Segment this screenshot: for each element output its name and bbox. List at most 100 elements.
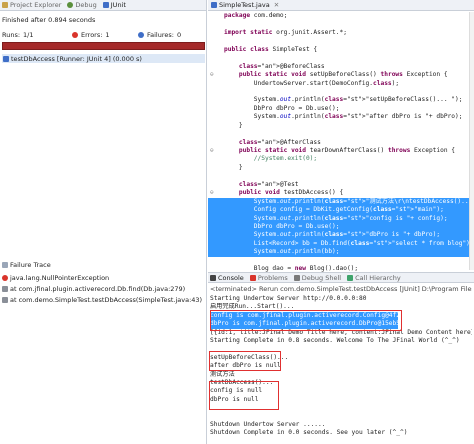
code-line[interactable]: public void testDbAccess() {⊖ xyxy=(208,189,474,197)
highlight-box xyxy=(209,351,281,371)
code-line[interactable]: class="an">@Test xyxy=(208,181,474,189)
trace-line[interactable]: at com.jfinal.plugin.activerecord.Db.fin… xyxy=(2,283,202,294)
call-hierarchy-icon xyxy=(347,274,354,281)
test-progress-bar xyxy=(2,42,205,50)
code-line[interactable] xyxy=(208,257,474,265)
tab-debug-shell[interactable]: Debug Shell xyxy=(293,273,342,282)
test-tree-item[interactable]: testDbAccess [Runner: JUnit 4] (0.000 s) xyxy=(2,54,205,63)
code-line[interactable]: public class SimpleTest { xyxy=(208,46,474,54)
console-line: 测试方法 xyxy=(210,370,235,378)
code-line[interactable]: } xyxy=(208,122,474,130)
code-line[interactable]: UndertowServer.start(DemoConfig.class); xyxy=(208,80,474,88)
terminated-label: <terminated> Rerun com.demo.SimpleTest.t… xyxy=(210,285,472,293)
tab-label: Debug Shell xyxy=(301,273,342,282)
code-line[interactable]: //System.exit(0); xyxy=(208,155,474,163)
tab-project-explorer[interactable]: Project Explorer xyxy=(2,1,61,9)
tab-label: Debug xyxy=(75,1,97,9)
highlight-box xyxy=(210,310,402,331)
tab-debug[interactable]: Debug xyxy=(67,1,97,9)
debug-icon xyxy=(67,2,74,8)
code-line[interactable]: import static org.junit.Assert.*; xyxy=(208,29,474,37)
code-line[interactable]: List<Record> bb = Db.find(class="st">"se… xyxy=(208,239,474,249)
tab-label: Project Explorer xyxy=(10,1,62,9)
stack-frame-icon xyxy=(2,296,8,303)
code-line[interactable]: System.out.println(class="st">"setUpBefo… xyxy=(208,96,474,104)
trace-text: at com.demo.SimpleTest.testDbAccess(Simp… xyxy=(10,295,203,304)
exception-icon xyxy=(2,274,8,281)
failure-trace-header: Failure Trace xyxy=(2,261,51,269)
code-line[interactable] xyxy=(208,37,474,45)
stack-frame-icon xyxy=(2,285,8,292)
code-line[interactable] xyxy=(208,172,474,180)
fold-icon[interactable]: ⊖ xyxy=(210,147,214,155)
failure-trace-title: Failure Trace xyxy=(10,261,51,269)
error-icon xyxy=(72,32,78,38)
code-line[interactable]: class="an">@AfterClass xyxy=(208,139,474,147)
editor-tabbar: SimpleTest.java ✕ xyxy=(208,0,474,11)
console-tabbar: Console Problems Debug Shell Call Hierar… xyxy=(208,273,474,283)
tab-problems[interactable]: Problems xyxy=(249,273,288,282)
console-line: Shutdown Undertow Server ...... xyxy=(210,420,326,428)
failure-icon xyxy=(138,32,144,38)
trace-line[interactable]: java.lang.NullPointerException xyxy=(2,272,202,283)
tab-call-hierarchy[interactable]: Call Hierarchy xyxy=(347,274,401,282)
code-line[interactable]: System.out.println(class="st">"dbPro is … xyxy=(208,231,474,240)
code-line[interactable]: System.out.println(bb); xyxy=(208,248,474,257)
failures-label: Failures: xyxy=(147,31,174,39)
runs-value: 1/1 xyxy=(23,31,34,39)
junit-counters: Runs: 1/1 Errors: 1 Failures: 0 xyxy=(2,31,206,39)
project-explorer-icon xyxy=(2,2,8,8)
junit-view: Project Explorer Debug JUnit Finished af… xyxy=(0,0,207,444)
code-line[interactable]: System.out.println(class="st">"测试方法\r\nt… xyxy=(208,197,474,207)
left-tabbar: Project Explorer Debug JUnit xyxy=(0,0,206,11)
highlight-box xyxy=(209,381,279,410)
code-line[interactable] xyxy=(208,130,474,138)
code-line[interactable]: public static void tearDownAfterClass() … xyxy=(208,147,474,155)
console-view: Console Problems Debug Shell Call Hierar… xyxy=(208,272,474,444)
failures-value: 0 xyxy=(176,31,182,39)
code-line[interactable] xyxy=(208,20,474,28)
test-error-icon xyxy=(3,55,9,62)
console-line: Shutdown Complete in 0.0 seconds. See yo… xyxy=(210,429,408,437)
editor-scrollbar[interactable] xyxy=(469,12,474,270)
tab-simpletest-java[interactable]: SimpleTest.java ✕ xyxy=(211,1,279,9)
tab-label: JUnit xyxy=(110,1,126,9)
junit-status: Finished after 0.894 seconds xyxy=(2,16,96,24)
code-line[interactable] xyxy=(208,54,474,62)
code-line[interactable]: Config config = DbKit.getConfig(class="s… xyxy=(208,206,474,215)
java-editor: SimpleTest.java ✕ package com.demo; impor… xyxy=(208,0,474,306)
errors-counter: Errors: 1 xyxy=(72,31,138,39)
code-line[interactable]: DbPro dbPro = Db.use(); xyxy=(208,105,474,113)
editor-tab-label: SimpleTest.java xyxy=(219,1,270,9)
test-tree: testDbAccess [Runner: JUnit 4] (0.000 s) xyxy=(2,54,205,63)
errors-label: Errors: xyxy=(81,31,103,39)
junit-icon xyxy=(102,2,109,8)
code-line[interactable]: public static void setUpBeforeClass() th… xyxy=(208,71,474,79)
fold-icon[interactable]: ⊖ xyxy=(210,189,214,197)
code-line[interactable]: class="an">@BeforeClass xyxy=(208,63,474,71)
tab-junit[interactable]: JUnit xyxy=(102,1,126,9)
trace-text: java.lang.NullPointerException xyxy=(10,273,110,282)
tab-label: Problems xyxy=(257,273,288,282)
runs-label: Runs: xyxy=(2,31,21,39)
fold-icon[interactable]: ⊖ xyxy=(210,71,214,79)
code-line[interactable]: System.out.println(class="st">"after dbP… xyxy=(208,113,474,121)
tab-console[interactable]: Console xyxy=(210,274,244,282)
trace-text: at com.jfinal.plugin.activerecord.Db.fin… xyxy=(10,284,186,293)
runs-counter: Runs: 1/1 xyxy=(2,31,72,39)
debug-shell-icon xyxy=(293,274,300,281)
console-icon xyxy=(210,274,216,281)
errors-value: 1 xyxy=(105,31,110,39)
code-line[interactable]: package com.demo; xyxy=(208,12,474,20)
code-line[interactable]: } xyxy=(208,164,474,172)
close-icon[interactable]: ✕ xyxy=(274,1,279,9)
tab-label: Console xyxy=(218,273,244,282)
code-line[interactable]: System.out.println(class="st">"config is… xyxy=(208,214,474,223)
code-area[interactable]: package com.demo; import static org.junit… xyxy=(208,12,474,307)
tab-label: Call Hierarchy xyxy=(355,273,401,282)
failure-trace: java.lang.NullPointerException at com.jf… xyxy=(2,272,202,305)
failures-counter: Failures: 0 xyxy=(138,31,181,39)
console-line: Starting Undertow Server http://0.0.0.0:… xyxy=(210,295,367,302)
trace-line[interactable]: at com.demo.SimpleTest.testDbAccess(Simp… xyxy=(2,294,202,305)
